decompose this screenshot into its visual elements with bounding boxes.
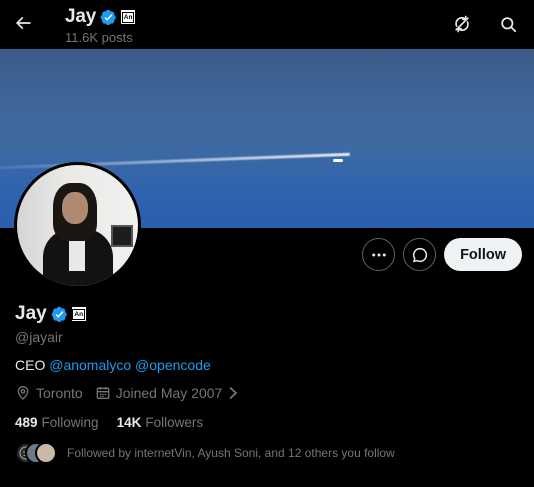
followers-count: 14K [116, 415, 142, 430]
banner-plane [333, 159, 343, 162]
affiliate-badge[interactable]: An [121, 10, 136, 24]
profile-stats: 489 Following 14K Followers [15, 415, 221, 430]
verified-icon [100, 9, 116, 25]
header-title: Jay [65, 6, 97, 27]
profile-bio: CEO @anomalyco @opencode [15, 357, 211, 373]
avatar-photo [17, 165, 138, 286]
message-button[interactable] [403, 238, 437, 271]
avatar [35, 442, 57, 464]
followers-link[interactable]: 14K Followers [117, 415, 204, 430]
bio-link-anomalyco[interactable]: @anomalyco [49, 357, 131, 373]
avatar[interactable] [14, 162, 141, 289]
profile-name-row: Jay An [15, 303, 86, 325]
followed-by-text: Followed by internetVin, Ayush Soni, and… [67, 446, 395, 460]
verified-icon[interactable] [51, 306, 68, 323]
refresh-button[interactable] [450, 12, 474, 36]
location-item: Toronto [15, 385, 83, 401]
joined-item[interactable]: Joined May 2007 [95, 385, 240, 401]
affiliate-badge[interactable]: An [71, 307, 86, 321]
more-icon [371, 253, 386, 256]
more-button[interactable] [362, 238, 396, 271]
calendar-icon [96, 387, 110, 399]
message-icon [412, 247, 427, 262]
bio-link-opencode[interactable]: @opencode [135, 357, 211, 373]
location-icon [17, 386, 29, 400]
follow-button[interactable]: Follow [444, 238, 522, 271]
following-count: 489 [15, 415, 38, 430]
following-label: Following [41, 415, 99, 430]
location-text: Toronto [36, 385, 83, 401]
arrow-left-icon [15, 16, 31, 30]
bio-text: CEO [15, 357, 46, 373]
profile-header: Jay An 11.6K posts [0, 0, 534, 49]
profile-name: Jay [15, 303, 47, 324]
header-title-block: Jay An 11.6K posts [65, 6, 136, 45]
refresh-icon [455, 15, 469, 33]
back-button[interactable] [9, 9, 37, 37]
profile-meta: Toronto Joined May 2007 [15, 385, 251, 401]
search-icon [500, 16, 516, 32]
followed-by[interactable]: Followed by internetVin, Ayush Soni, and… [15, 442, 395, 464]
post-count: 11.6K posts [65, 30, 133, 45]
followers-label: Followers [145, 415, 204, 430]
joined-text: Joined May 2007 [115, 385, 223, 401]
profile-handle: @jayair [15, 329, 63, 345]
search-button[interactable] [496, 12, 520, 36]
chevron-right-icon [229, 386, 238, 400]
followers-you-know-avatars [15, 442, 59, 464]
following-link[interactable]: 489 Following [15, 415, 99, 430]
profile-actions: Follow [362, 238, 522, 271]
